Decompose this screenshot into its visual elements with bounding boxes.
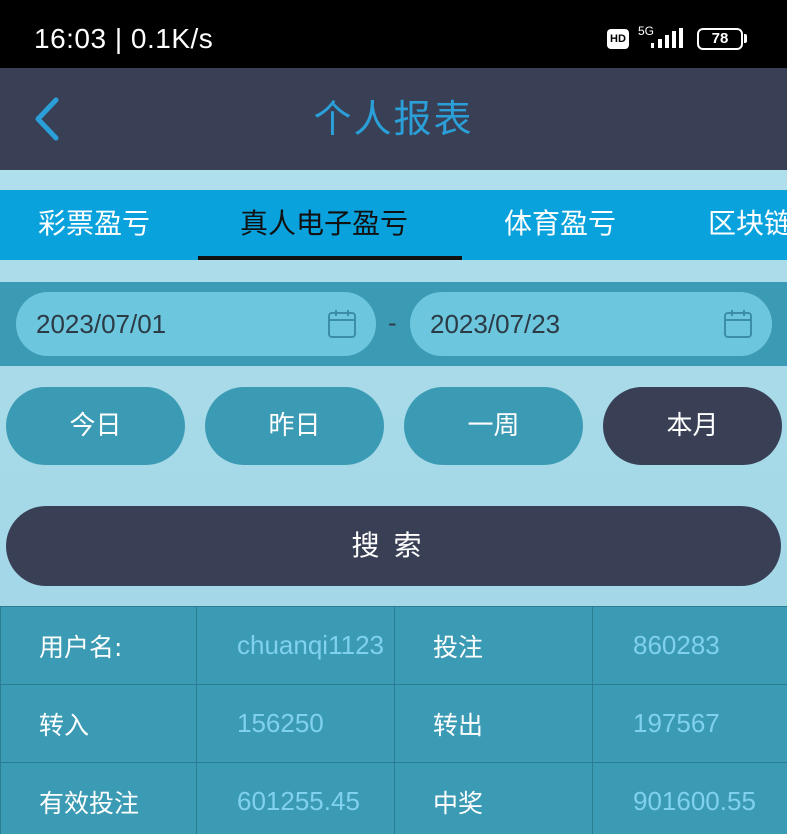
status-bar: 16:03 | 0.1K/s HD 5G 78 [0,0,787,68]
calendar-icon [328,310,356,338]
transfer-in-value: 156250 [196,684,395,763]
winnings-label: 中奖 [394,762,593,834]
username-label: 用户名: [0,606,197,685]
tab-live-electronic[interactable]: 真人电子盈亏 [240,190,408,260]
valid-bet-label: 有效投注 [0,762,197,834]
calendar-icon [724,310,752,338]
valid-bet-value: 601255.45 [196,762,395,834]
start-date-input[interactable]: 2023/07/01 [16,292,376,356]
filter-week-button[interactable]: 一周 [404,387,583,465]
page-title: 个人报表 [313,97,474,141]
start-date-value: 2023/07/01 [36,309,167,339]
tab-sports[interactable]: 体育盈亏 [504,190,616,260]
bet-label: 投注 [394,606,593,685]
username-value: chuanqi1123 [196,606,395,685]
tab-blockchain[interactable]: 区块链 [708,190,787,260]
table-row: 用户名: chuanqi1123 投注 860283 [0,606,787,685]
table-row: 有效投注 601255.45 中奖 901600.55 [0,762,787,834]
tab-lottery[interactable]: 彩票盈亏 [38,190,150,260]
transfer-in-label: 转入 [0,684,197,763]
hd-badge: HD [607,29,629,49]
date-range: 2023/07/01 - 2023/07/23 [0,282,787,366]
summary-table: 用户名: chuanqi1123 投注 860283 转入 156250 转出 … [0,606,787,834]
transfer-out-value: 197567 [592,684,787,763]
signal-icon [651,28,683,48]
table-row: 转入 156250 转出 197567 [0,684,787,763]
app-header: 个人报表 [0,68,787,170]
filter-month-button[interactable]: 本月 [603,387,782,465]
status-time: 16:03 | 0.1K/s [34,23,214,54]
search-button[interactable]: 搜索 [6,506,781,586]
end-date-input[interactable]: 2023/07/23 [410,292,772,356]
transfer-out-label: 转出 [394,684,593,763]
battery-tip [744,34,747,43]
filter-today-button[interactable]: 今日 [6,387,185,465]
filter-yesterday-button[interactable]: 昨日 [205,387,384,465]
active-tab-indicator [198,256,462,260]
bet-value: 860283 [592,606,787,685]
winnings-value: 901600.55 [592,762,787,834]
battery-icon: 78 [697,28,743,50]
report-tabs: 彩票盈亏 真人电子盈亏 体育盈亏 区块链 [0,190,787,260]
date-separator: - [388,309,397,337]
end-date-value: 2023/07/23 [430,309,561,339]
